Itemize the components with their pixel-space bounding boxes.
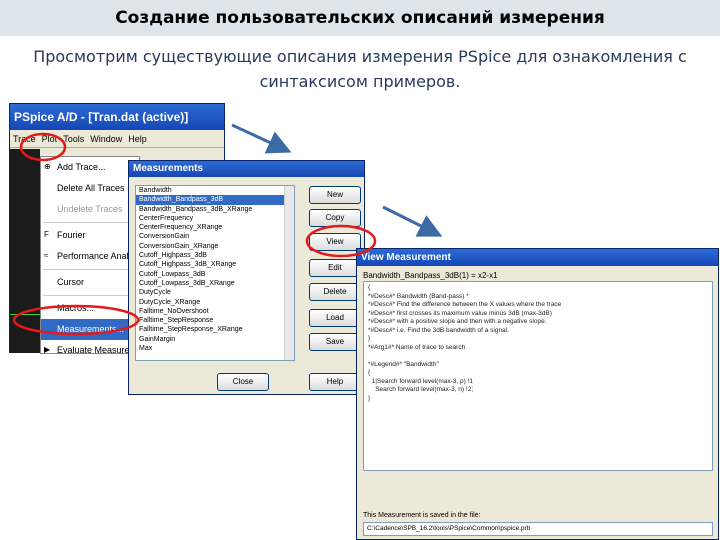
probe-plot-area [10, 149, 40, 353]
menu-item-undelete-traces[interactable]: Undelete Traces [41, 199, 139, 220]
menu-plot[interactable]: Plot [42, 134, 58, 144]
list-scrollbar[interactable] [284, 186, 294, 360]
measurement-list-item[interactable]: Cutoff_Lowpass_3dB [136, 270, 294, 279]
menu-item-measurements[interactable]: Measurements... [41, 319, 139, 340]
help-button[interactable]: Help [309, 373, 361, 391]
view-title-bar: View Measurement [357, 249, 718, 266]
menu-separator [43, 295, 137, 296]
measurement-list-item[interactable]: GainMargin [136, 335, 294, 344]
view-button[interactable]: View [309, 233, 361, 251]
measurement-list-item[interactable]: Bandwidth [136, 186, 294, 195]
measurement-list-item[interactable]: Falltime_StepResponse [136, 316, 294, 325]
measurement-list-item[interactable]: Falltime_NoOvershoot [136, 307, 294, 316]
measurement-definition-text[interactable]: { *#Desc#* Bandwidth (Band-pass) * *#Des… [363, 281, 713, 471]
slide-subtitle: Просмотрим существующие описания измерен… [33, 47, 687, 91]
measurement-list-item[interactable]: ConversionGain_XRange [136, 242, 294, 251]
measurement-list-item[interactable]: Bandwidth_Bandpass_3dB [136, 195, 294, 205]
menu-separator [43, 222, 137, 223]
measurement-list-item[interactable]: CenterFrequency_XRange [136, 223, 294, 232]
save-button[interactable]: Save [309, 333, 361, 351]
menu-separator [43, 269, 137, 270]
menu-window[interactable]: Window [90, 134, 122, 144]
menu-item-macros[interactable]: Macros... [41, 298, 139, 319]
measurement-list-item[interactable]: ConversionGain [136, 232, 294, 241]
load-button[interactable]: Load [309, 309, 361, 327]
performance-icon: ≈ [44, 251, 49, 260]
measurements-dialog: Measurements Bandwidth Bandwidth_Bandpass… [128, 160, 365, 395]
menu-item-performance-analysis[interactable]: ≈ Performance Analysis [41, 246, 144, 267]
pspice-menu-bar: Trace Plot Tools Window Help [10, 130, 224, 148]
saved-file-label: This Measurement is saved in the file: [363, 512, 481, 519]
measurement-list-item[interactable]: Falltime_StepResponse_XRange [136, 325, 294, 334]
arrow-to-measurements-icon [231, 123, 292, 154]
edit-button[interactable]: Edit [309, 259, 361, 277]
menu-help[interactable]: Help [128, 134, 147, 144]
close-button[interactable]: Close [217, 373, 269, 391]
menu-item-cursor[interactable]: Cursor [41, 272, 139, 293]
measurement-list-item[interactable]: CenterFrequency [136, 214, 294, 223]
measurement-list-item[interactable]: Cutoff_Highpass_3dB_XRange [136, 260, 294, 269]
measurement-list-item[interactable]: Max [136, 344, 294, 353]
measurement-expression: Bandwidth_Bandpass_3dB(1) = x2-x1 [363, 271, 498, 280]
view-measurement-dialog: View Measurement Bandwidth_Bandpass_3dB(… [356, 248, 719, 540]
menu-item-delete-all-traces[interactable]: Delete All Traces [41, 178, 139, 199]
measurements-title-bar: Measurements [129, 161, 364, 177]
add-trace-icon: ⊕ [44, 162, 51, 171]
measurement-list-item[interactable]: DutyCycle [136, 288, 294, 297]
menu-item-fourier[interactable]: F Fourier [41, 225, 139, 246]
measurement-list-item[interactable]: Cutoff_Highpass_3dB [136, 251, 294, 260]
menu-trace[interactable]: Trace [13, 134, 36, 144]
saved-file-path[interactable]: C:\Cadence\SPB_16.2\tools\PSpice\Common\… [363, 522, 713, 536]
delete-button[interactable]: Delete [309, 283, 361, 301]
slide-title: Создание пользовательских описаний измер… [0, 0, 720, 36]
menu-item-add-trace[interactable]: ⊕ Add Trace... [41, 157, 139, 178]
measurements-list[interactable]: Bandwidth Bandwidth_Bandpass_3dB Bandwidth… [135, 185, 295, 361]
trace-menu: ⊕ Add Trace... Delete All Traces Undelete… [40, 156, 150, 355]
menu-tools[interactable]: Tools [63, 134, 84, 144]
measurement-list-item[interactable]: DutyCycle_XRange [136, 298, 294, 307]
copy-button[interactable]: Copy [309, 209, 361, 227]
measurement-list-item[interactable]: Bandwidth_Bandpass_3dB_XRange [136, 205, 294, 214]
pspice-title-bar: PSpice A/D - [Tran.dat (active)] [10, 104, 224, 130]
new-button[interactable]: New [309, 186, 361, 204]
fourier-icon: F [44, 230, 49, 239]
measurement-list-item[interactable]: Cutoff_Lowpass_3dB_XRange [136, 279, 294, 288]
trace-line [10, 314, 40, 315]
arrow-to-view-icon [382, 205, 443, 237]
menu-item-evaluate-measurement[interactable]: ▶ Evaluate Measurement [41, 340, 150, 361]
evaluate-icon: ▶ [44, 345, 51, 354]
